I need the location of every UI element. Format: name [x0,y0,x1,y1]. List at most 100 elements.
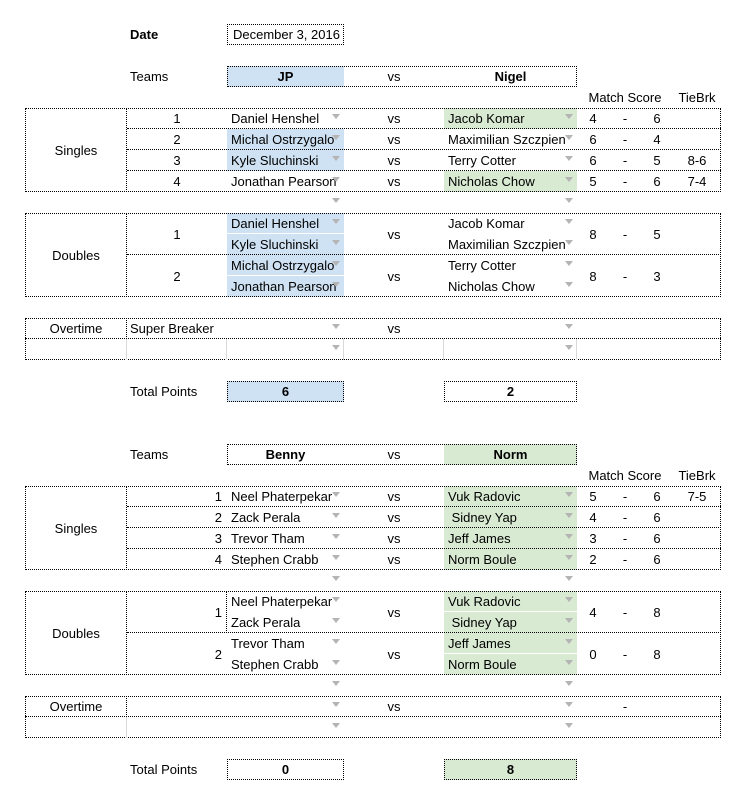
dropdown-arrow-icon[interactable] [332,261,340,266]
team2-score[interactable]: 6 [641,108,673,129]
dropdown-arrow-icon[interactable] [332,324,340,329]
dropdown-arrow-icon[interactable] [332,177,340,182]
team2-score[interactable]: 5 [641,150,673,171]
dropdown-arrow-icon[interactable] [332,681,340,686]
team2-score[interactable]: 6 [641,528,673,549]
team1-player-select[interactable]: Jonathan Pearson [227,276,344,297]
dropdown-arrow-icon[interactable] [565,723,573,728]
team1-name[interactable]: JP [227,66,344,87]
dropdown-arrow-icon[interactable] [332,114,340,119]
team2-player-select[interactable]: Jeff James [444,633,577,654]
team2-player-select[interactable]: Jacob Komar [444,108,577,129]
dropdown-arrow-icon[interactable] [332,639,340,644]
team1-player-select[interactable]: Neel Phaterpekar [227,486,344,507]
dropdown-arrow-icon[interactable] [565,555,573,560]
team1-player-select[interactable]: Daniel Henshel [227,108,344,129]
team2-score[interactable]: 4 [641,129,673,150]
dropdown-arrow-icon[interactable] [565,156,573,161]
team2-name[interactable]: Norm [444,444,577,465]
team1-score[interactable]: 8 [577,213,609,255]
dropdown-arrow-icon[interactable] [565,597,573,602]
dropdown-arrow-icon[interactable] [332,135,340,140]
team2-player-select[interactable]: Sidney Yap [444,612,577,633]
team1-score[interactable]: 4 [577,108,609,129]
dropdown-arrow-icon[interactable] [565,114,573,119]
team2-player-select[interactable] [444,717,577,738]
dropdown-arrow-icon[interactable] [332,723,340,728]
team1-player-select[interactable]: Trevor Tham [227,633,344,654]
team1-player-select[interactable]: Kyle Sluchinski [227,150,344,171]
dropdown-arrow-icon[interactable] [332,282,340,287]
dropdown-arrow-icon[interactable] [332,597,340,602]
team1-player-select[interactable]: Trevor Tham [227,528,344,549]
team1-player-select[interactable]: Stephen Crabb [227,549,344,570]
empty-player-select[interactable] [227,570,344,591]
team2-player-select[interactable]: Norm Boule [444,654,577,675]
team1-player-select[interactable]: Michal Ostrzygalo [227,129,344,150]
team2-score[interactable]: 6 [641,507,673,528]
dropdown-arrow-icon[interactable] [565,198,573,203]
team2-player-select[interactable]: Terry Cotter [444,150,577,171]
team1-player-select[interactable]: Zack Perala [227,507,344,528]
date-field[interactable]: December 3, 2016 [227,24,344,45]
team2-player-select[interactable]: Terry Cotter [444,255,577,276]
team2-player-select[interactable]: Nicholas Chow [444,171,577,192]
team1-name[interactable]: Benny [227,444,344,465]
dropdown-arrow-icon[interactable] [332,345,340,350]
team1-score[interactable]: 8 [577,255,609,297]
empty-player-select[interactable] [444,570,577,591]
dropdown-arrow-icon[interactable] [565,513,573,518]
team2-score[interactable]: 6 [641,486,673,507]
team1-score[interactable]: 4 [577,507,609,528]
team2-player-select[interactable]: Jacob Komar [444,213,577,234]
dropdown-arrow-icon[interactable] [565,240,573,245]
dropdown-arrow-icon[interactable] [565,702,573,707]
team1-player-select[interactable]: Kyle Sluchinski [227,234,344,255]
team2-score[interactable]: 8 [641,633,673,675]
team2-player-select[interactable]: Norm Boule [444,549,577,570]
empty-player-select[interactable] [444,675,577,696]
team1-player-select[interactable]: Daniel Henshel [227,213,344,234]
team2-name[interactable]: Nigel [444,66,577,87]
team2-score[interactable]: 6 [641,171,673,192]
overtime-format-select[interactable] [127,696,344,717]
dropdown-arrow-icon[interactable] [332,240,340,245]
dropdown-arrow-icon[interactable] [332,555,340,560]
team2-player-select[interactable]: Sidney Yap [444,507,577,528]
team1-score[interactable]: 3 [577,528,609,549]
dropdown-arrow-icon[interactable] [332,492,340,497]
dropdown-arrow-icon[interactable] [332,534,340,539]
team1-score[interactable]: 2 [577,549,609,570]
empty-player-select[interactable] [227,675,344,696]
team2-player-select[interactable]: Nicholas Chow [444,276,577,297]
dropdown-arrow-icon[interactable] [332,156,340,161]
team1-player-select[interactable]: Jonathan Pearson [227,171,344,192]
team2-player-select[interactable]: Vuk Radovic [444,591,577,612]
team1-score[interactable]: 6 [577,150,609,171]
dropdown-arrow-icon[interactable] [332,219,340,224]
team1-score[interactable]: 6 [577,129,609,150]
team2-player-select[interactable] [444,318,577,339]
team1-player-select[interactable] [227,339,344,360]
dropdown-arrow-icon[interactable] [565,576,573,581]
team2-player-select[interactable]: Maximilian Szczpien [444,234,577,255]
team1-player-select[interactable]: Zack Perala [227,612,344,633]
dropdown-arrow-icon[interactable] [565,618,573,623]
tiebreak-score[interactable] [673,108,721,129]
dropdown-arrow-icon[interactable] [565,660,573,665]
team1-player-select[interactable]: Michal Ostrzygalo [227,255,344,276]
team2-score[interactable]: 8 [641,591,673,633]
team1-score[interactable]: 5 [577,171,609,192]
dropdown-arrow-icon[interactable] [565,219,573,224]
dropdown-arrow-icon[interactable] [565,681,573,686]
dropdown-arrow-icon[interactable] [332,618,340,623]
dropdown-arrow-icon[interactable] [565,261,573,266]
team2-player-select[interactable]: Maximilian Szczpien [444,129,577,150]
team1-score[interactable]: 5 [577,486,609,507]
tiebreak-score[interactable] [673,528,721,549]
overtime-format-select[interactable]: Super Breaker [127,318,344,339]
team2-score[interactable]: 5 [641,213,673,255]
dropdown-arrow-icon[interactable] [332,513,340,518]
tiebreak-score[interactable]: 7-5 [673,486,721,507]
team2-score[interactable]: 3 [641,255,673,297]
